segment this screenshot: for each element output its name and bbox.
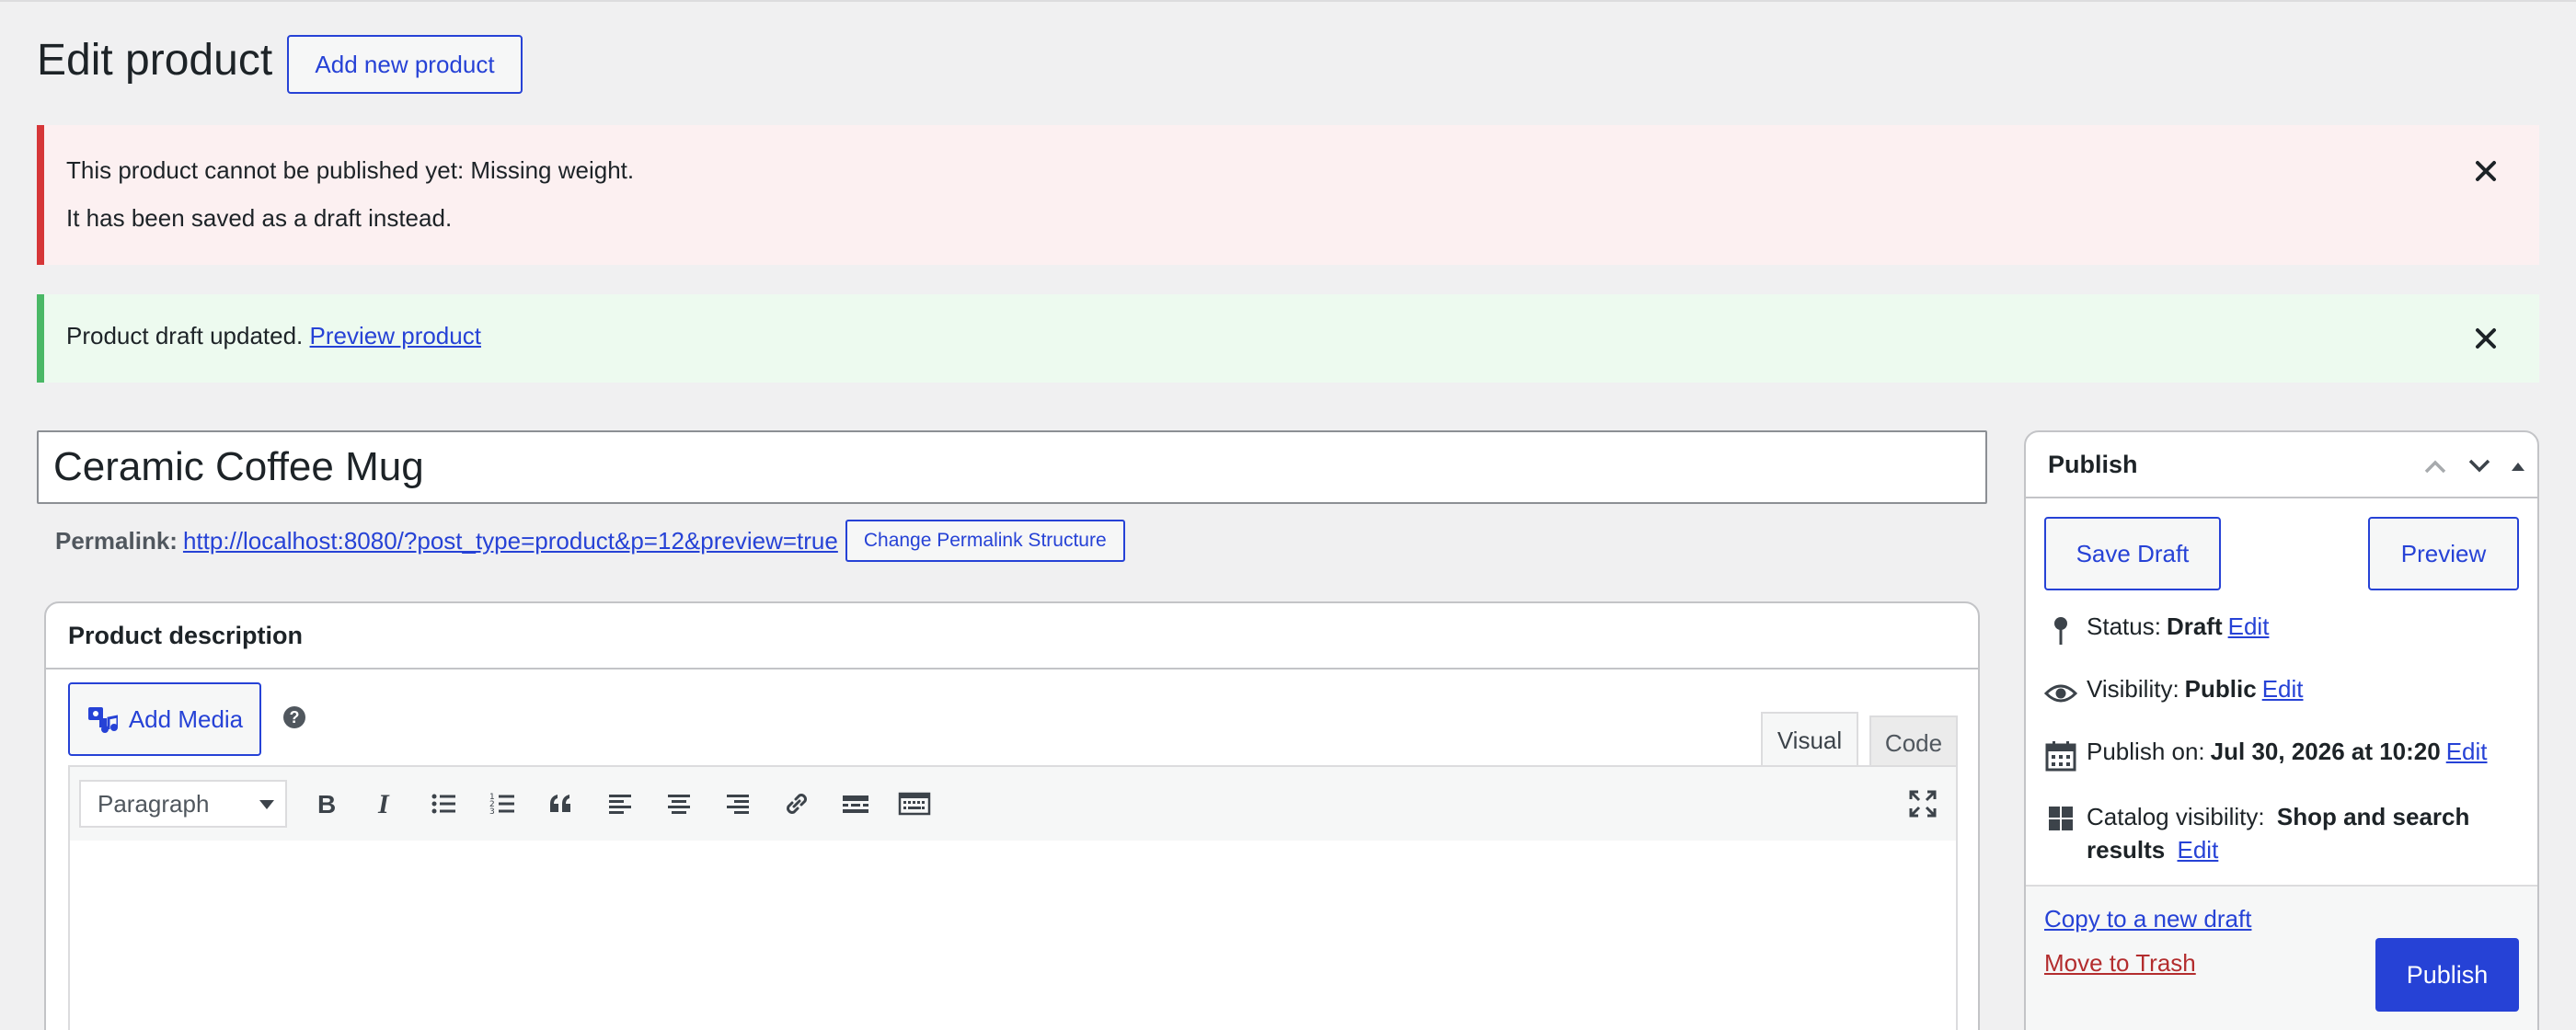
publish-heading: Publish	[2048, 450, 2138, 478]
chevron-down-icon	[259, 800, 274, 809]
success-notice: Product draft updated. Preview product	[37, 294, 2539, 383]
edit-visibility-link[interactable]: Edit	[2262, 675, 2304, 704]
publish-actions: Copy to a new draft Move to Trash Publis…	[2026, 885, 2537, 1030]
dismiss-success-button[interactable]	[2469, 322, 2502, 355]
bold-button[interactable]: B	[305, 784, 346, 824]
add-new-product-button[interactable]: Add new product	[287, 35, 523, 94]
fullscreen-icon	[1909, 790, 1937, 818]
catalog-visibility-row: Catalog visibility: Shop and search resu…	[2042, 800, 2521, 866]
publish-on-value: Jul 30, 2026 at 10:20	[2210, 738, 2441, 765]
status-row: Status: Draft Edit	[2042, 612, 2269, 649]
triangle-up-icon	[2512, 463, 2524, 471]
format-select-value: Paragraph	[98, 789, 210, 818]
help-icon[interactable]: ?	[283, 706, 305, 728]
collapse-toggle-button[interactable]	[2504, 452, 2532, 480]
error-notice-line-1: This product cannot be published yet: Mi…	[66, 156, 635, 184]
publish-box-header: Publish	[2026, 432, 2537, 498]
align-center-icon	[668, 795, 690, 814]
catalog-visibility-value-1: Shop and search	[2276, 803, 2470, 830]
link-icon	[787, 794, 807, 814]
bullet-list-button[interactable]	[423, 784, 464, 824]
add-media-button[interactable]: Add Media	[68, 682, 261, 756]
visibility-label: Visibility:	[2087, 675, 2179, 703]
numbered-list-icon: 123	[489, 793, 514, 817]
edit-status-link[interactable]: Edit	[2228, 612, 2270, 641]
calendar-icon	[2042, 738, 2079, 774]
italic-button[interactable]: I	[364, 784, 405, 824]
read-more-button[interactable]	[835, 784, 876, 824]
tab-code[interactable]: Code	[1869, 715, 1958, 769]
dismiss-error-button[interactable]	[2469, 154, 2502, 188]
tab-visual[interactable]: Visual	[1761, 712, 1858, 767]
catalog-visibility-label: Catalog visibility:	[2087, 803, 2265, 830]
svg-text:3: 3	[489, 807, 495, 817]
chevron-up-icon	[2424, 460, 2446, 474]
editor-content-area[interactable]	[68, 841, 1958, 1030]
product-description-heading: Product description	[46, 603, 1978, 670]
preview-product-link[interactable]: Preview product	[310, 322, 481, 349]
copy-to-draft-link[interactable]: Copy to a new draft	[2044, 905, 2251, 933]
move-down-button[interactable]	[2466, 452, 2493, 480]
align-left-icon	[609, 795, 631, 814]
visibility-value: Public	[2184, 675, 2257, 703]
blockquote-button[interactable]	[541, 784, 581, 824]
product-description-box: Product description Add Media ? Visual C…	[44, 601, 1980, 1030]
toolbar-toggle-icon	[898, 792, 931, 816]
preview-button[interactable]: Preview	[2368, 517, 2519, 590]
status-value: Draft	[2166, 612, 2223, 640]
chevron-down-icon	[2468, 459, 2490, 473]
bold-icon: B	[317, 790, 336, 818]
catalog-visibility-value-2: results	[2087, 836, 2166, 864]
grid-icon	[2042, 800, 2079, 837]
close-icon	[2476, 161, 2496, 181]
close-icon	[2476, 328, 2496, 349]
add-media-label: Add Media	[128, 704, 244, 733]
permalink-url-link[interactable]: http://localhost:8080/?post_type=product…	[183, 527, 838, 555]
eye-icon	[2042, 675, 2079, 712]
numbered-list-button[interactable]: 123	[482, 784, 523, 824]
pin-icon	[2042, 612, 2079, 649]
page-title: Edit product	[37, 36, 273, 85]
svg-text:B: B	[317, 790, 336, 818]
edit-publish-date-link[interactable]: Edit	[2446, 738, 2488, 766]
align-left-button[interactable]	[600, 784, 640, 824]
save-draft-button[interactable]: Save Draft	[2044, 517, 2221, 590]
edit-catalog-visibility-link[interactable]: Edit	[2178, 836, 2219, 864]
svg-text:I: I	[377, 790, 390, 818]
product-title-input[interactable]: Ceramic Coffee Mug	[37, 430, 1987, 504]
success-notice-message: Product draft updated.	[66, 322, 304, 349]
publish-box: Publish Save Draft Preview Status: Draft…	[2024, 430, 2539, 1030]
permalink-label: Permalink:	[55, 526, 178, 555]
error-notice: This product cannot be published yet: Mi…	[37, 125, 2539, 265]
italic-icon: I	[377, 790, 390, 818]
permalink-row: Permalink: http://localhost:8080/?post_t…	[55, 519, 1125, 563]
publish-button[interactable]: Publish	[2375, 938, 2519, 1012]
move-to-trash-link[interactable]: Move to Trash	[2044, 949, 2196, 978]
align-right-button[interactable]	[718, 784, 758, 824]
editor-toolbar: Paragraph B I 123	[68, 765, 1958, 842]
visibility-row: Visibility: Public Edit	[2042, 675, 2304, 712]
success-notice-text: Product draft updated. Preview product	[66, 322, 481, 350]
move-up-button[interactable]	[2421, 452, 2449, 480]
change-permalink-button[interactable]: Change Permalink Structure	[845, 520, 1125, 562]
blockquote-icon	[550, 795, 570, 812]
link-button[interactable]	[776, 784, 817, 824]
read-more-icon	[843, 795, 868, 813]
publish-date-row: Publish on: Jul 30, 2026 at 10:20 Edit	[2042, 738, 2488, 774]
align-center-button[interactable]	[659, 784, 699, 824]
error-notice-line-2: It has been saved as a draft instead.	[66, 204, 453, 232]
align-right-icon	[727, 795, 749, 814]
media-icon	[86, 704, 118, 735]
status-label: Status:	[2087, 612, 2161, 640]
bullet-list-icon	[431, 794, 455, 814]
toolbar-toggle-button[interactable]	[894, 784, 935, 824]
publish-on-label: Publish on:	[2087, 738, 2205, 765]
fullscreen-button[interactable]	[1903, 784, 1943, 824]
catalog-visibility-text: Catalog visibility: Shop and search resu…	[2087, 800, 2475, 866]
format-select[interactable]: Paragraph	[79, 780, 287, 828]
